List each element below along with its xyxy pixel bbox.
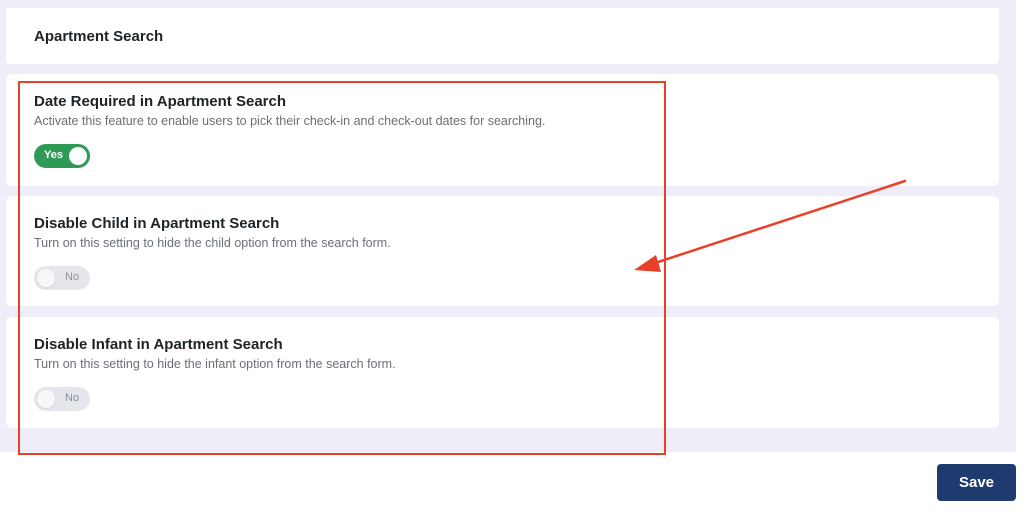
option-title: Date Required in Apartment Search [34, 93, 287, 110]
section-title: Apartment Search [34, 28, 164, 45]
option-description: Activate this feature to enable users to… [34, 114, 546, 128]
option-card-disable-infant: Disable Infant in Apartment Search Turn … [6, 317, 999, 428]
section-header-card: Apartment Search [6, 8, 999, 64]
option-title: Disable Child in Apartment Search [34, 215, 280, 232]
option-card-date-required: Date Required in Apartment Search Activa… [6, 74, 999, 186]
toggle-label: No [65, 392, 80, 404]
toggle-label: Yes [44, 149, 63, 161]
save-button[interactable]: Save [937, 464, 1016, 501]
toggle-label: No [65, 271, 80, 283]
disable-infant-toggle[interactable]: No [34, 387, 90, 411]
option-title: Disable Infant in Apartment Search [34, 336, 283, 353]
option-card-disable-child: Disable Child in Apartment Search Turn o… [6, 196, 999, 306]
disable-child-toggle[interactable]: No [34, 266, 90, 290]
toggle-knob [69, 147, 87, 165]
option-description: Turn on this setting to hide the infant … [34, 357, 396, 371]
toggle-knob [37, 390, 55, 408]
toggle-knob [37, 269, 55, 287]
option-description: Turn on this setting to hide the child o… [34, 236, 391, 250]
date-required-toggle[interactable]: Yes [34, 144, 90, 168]
